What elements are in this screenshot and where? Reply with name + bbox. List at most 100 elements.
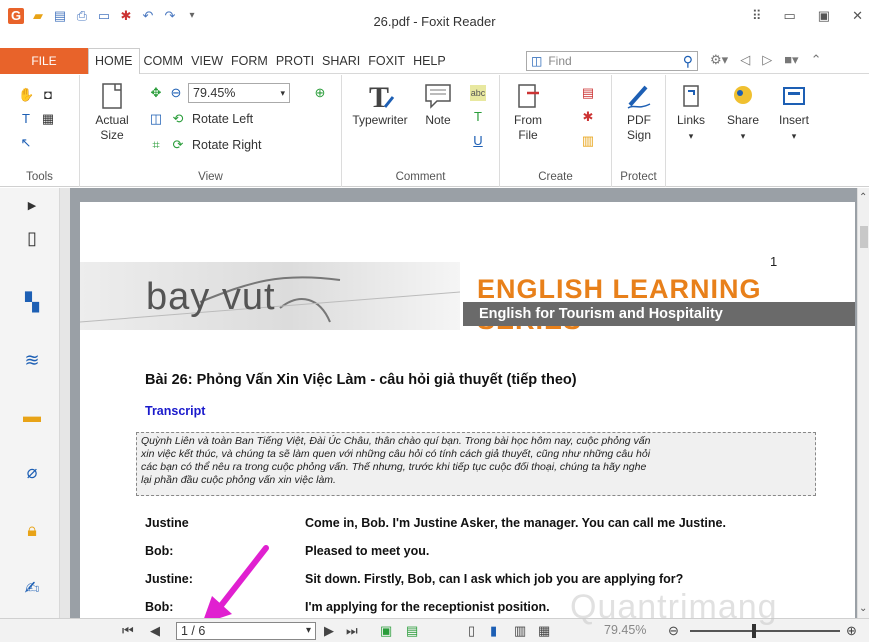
view-group-label: View (198, 171, 223, 183)
intro-line: xin việc kết thúc, và chúng ta sẽ làm qu… (141, 448, 651, 460)
dialogue-speaker: Justine (145, 516, 189, 530)
layers-icon[interactable]: ≋ (20, 348, 44, 372)
tab-protect[interactable]: PROTI (272, 48, 318, 74)
find-options-icon[interactable]: ◫ (531, 54, 542, 68)
zoom-out-icon[interactable]: ⊖ (168, 85, 184, 101)
scroll-up-icon[interactable]: ⌃ (859, 192, 867, 203)
scroll-down-icon[interactable]: ⌄ (859, 603, 867, 614)
annotation-arrow (202, 545, 269, 624)
create-clipboard-icon[interactable]: ✱ (580, 109, 596, 125)
tab-help[interactable]: HELP (409, 48, 450, 74)
fit-visible-icon[interactable]: ⌗ (148, 137, 164, 153)
highlight-text-icon[interactable]: abc (470, 85, 486, 101)
tab-share[interactable]: SHARI (318, 48, 364, 74)
attachments-icon[interactable]: ⌀ (20, 460, 44, 484)
pdf-page: bay vut 1 ENGLISH LEARNING SERIES Englis… (80, 202, 855, 618)
expand-panel-icon[interactable]: ▶ (20, 194, 44, 218)
clipboard-icon[interactable]: ▦ (40, 111, 56, 127)
links-label: Links (676, 113, 705, 127)
settings-gear-icon[interactable]: ⚙▾ (710, 52, 728, 68)
links-button[interactable]: Links ▾ (672, 81, 710, 144)
signatures-icon[interactable]: ✍︎ (20, 576, 44, 600)
scrollbar-thumb[interactable] (860, 226, 868, 248)
vertical-scrollbar[interactable]: ⌃ ⌄ (857, 188, 869, 618)
zoom-slider[interactable] (690, 630, 840, 632)
tab-form[interactable]: FORM (227, 48, 272, 74)
close-button[interactable]: ✕ (852, 8, 863, 24)
page-thumbnails-icon[interactable]: ▯ (20, 226, 44, 250)
first-page-icon[interactable]: ⏮ (122, 623, 134, 639)
rotate-left-label: Rotate Left (192, 112, 254, 126)
page-icon (102, 83, 122, 109)
menu-icons: ⚙▾ ◁ ▷ ■▾ ⌃ (710, 52, 821, 68)
tab-foxit[interactable]: FOXIT (364, 48, 409, 74)
select-annotation-icon[interactable]: ↖ (18, 135, 34, 151)
typewriter-label: Typewriter (352, 113, 408, 127)
user-icon[interactable]: ■▾ (784, 52, 798, 68)
dialogue-text: Pleased to meet you. (305, 544, 430, 558)
tab-view[interactable]: VIEW (187, 48, 227, 74)
bookmarks-icon[interactable]: ▚ (20, 290, 44, 314)
from-file-button[interactable]: From File (508, 81, 548, 143)
comments-icon[interactable]: ▬ (20, 404, 44, 428)
document-view[interactable]: bay vut 1 ENGLISH LEARNING SERIES Englis… (70, 188, 857, 618)
search-icon[interactable]: ⚲ (683, 53, 693, 70)
two-page-icon[interactable]: ▥ (514, 623, 526, 639)
continuous-facing-icon[interactable]: ▮ (490, 623, 497, 639)
typewriter-button[interactable]: T Typewriter (348, 81, 412, 128)
create-blank-icon[interactable]: ▤ (580, 85, 596, 101)
zoom-select[interactable]: 79.45% ▾ (188, 83, 290, 103)
back-icon[interactable]: ◁ (740, 52, 750, 68)
pdf-sign-label: PDF Sign (626, 113, 652, 142)
maximize-button[interactable]: ▣ (818, 8, 830, 24)
select-text-icon[interactable]: T (18, 111, 34, 127)
insert-button[interactable]: Insert ▾ (772, 81, 816, 144)
next-page-icon[interactable]: ▶ (324, 623, 334, 639)
security-lock-icon[interactable]: 🔒︎ (20, 518, 44, 542)
watermark: Quantrimang (570, 588, 778, 626)
rotate-right-label: Rotate Right (192, 138, 262, 152)
single-page-view-icon[interactable]: ▣ (380, 623, 392, 639)
rotate-right-button[interactable]: ⌗ ⟳ Rotate Right (148, 137, 261, 153)
share-button[interactable]: Share ▾ (722, 81, 764, 144)
title-bar: G ▰ ▤ ⎙ ▭ ✱ ↶ ↷ ▾ 26.pdf - Foxit Reader … (0, 0, 869, 48)
minimize-button[interactable]: ▭ (784, 8, 796, 24)
file-tab[interactable]: FILE (0, 47, 88, 74)
status-zoom-in-icon[interactable]: ⊕ (846, 623, 857, 639)
rotate-right-icon: ⟳ (172, 137, 184, 152)
page-dropdown-icon[interactable]: ▾ (306, 623, 311, 639)
fit-page-icon[interactable]: ✥ (148, 85, 164, 101)
page-number-input[interactable]: 1 / 6 ▾ (176, 622, 316, 640)
split-view-icon[interactable]: ▦ (538, 623, 550, 639)
dialogue-text: Sit down. Firstly, Bob, can I ask which … (305, 572, 684, 586)
collapse-ribbon-icon[interactable]: ⌃ (811, 52, 822, 68)
zoom-in-icon[interactable]: ⊕ (312, 85, 328, 101)
last-page-icon[interactable]: ⏭ (346, 623, 358, 639)
rotate-left-button[interactable]: ◫ ⟲ Rotate Left (148, 111, 253, 127)
underline-icon[interactable]: U (470, 133, 486, 149)
previous-page-icon[interactable]: ◀ (150, 623, 160, 639)
pdf-sign-button[interactable]: PDF Sign (616, 81, 662, 143)
brand-logo-text: bay vut (146, 276, 276, 318)
ribbon: ✋ ◘ T ▦ ↖ Tools Actual Size ✥ ⊖ 79.45% ▾… (0, 75, 869, 187)
ribbon-layout-icon[interactable]: ⠿ (752, 8, 762, 24)
forward-icon[interactable]: ▷ (762, 52, 772, 68)
tab-home[interactable]: HOME (88, 47, 140, 74)
links-dropdown-icon: ▾ (688, 131, 694, 141)
actual-size-button[interactable]: Actual Size (92, 81, 132, 143)
create-scanner-icon[interactable]: ▥ (580, 133, 596, 149)
hand-tool-icon[interactable]: ✋ (18, 87, 34, 103)
tab-comment[interactable]: COMM (140, 48, 188, 74)
link-icon (683, 85, 699, 107)
find-placeholder: Find (548, 54, 572, 68)
snapshot-icon[interactable]: ◘ (40, 87, 56, 103)
fit-width-icon[interactable]: ◫ (148, 111, 164, 127)
panel-splitter[interactable] (60, 188, 70, 618)
rotate-left-icon: ⟲ (172, 111, 184, 126)
strikeout-icon[interactable]: T (470, 109, 486, 125)
facing-view-icon[interactable]: ▯ (468, 623, 475, 639)
note-button[interactable]: Note (418, 81, 458, 128)
continuous-view-icon[interactable]: ▤ (406, 623, 418, 639)
insert-dropdown-icon: ▾ (791, 131, 797, 141)
find-input[interactable]: ◫ Find ⚲ (526, 51, 698, 71)
